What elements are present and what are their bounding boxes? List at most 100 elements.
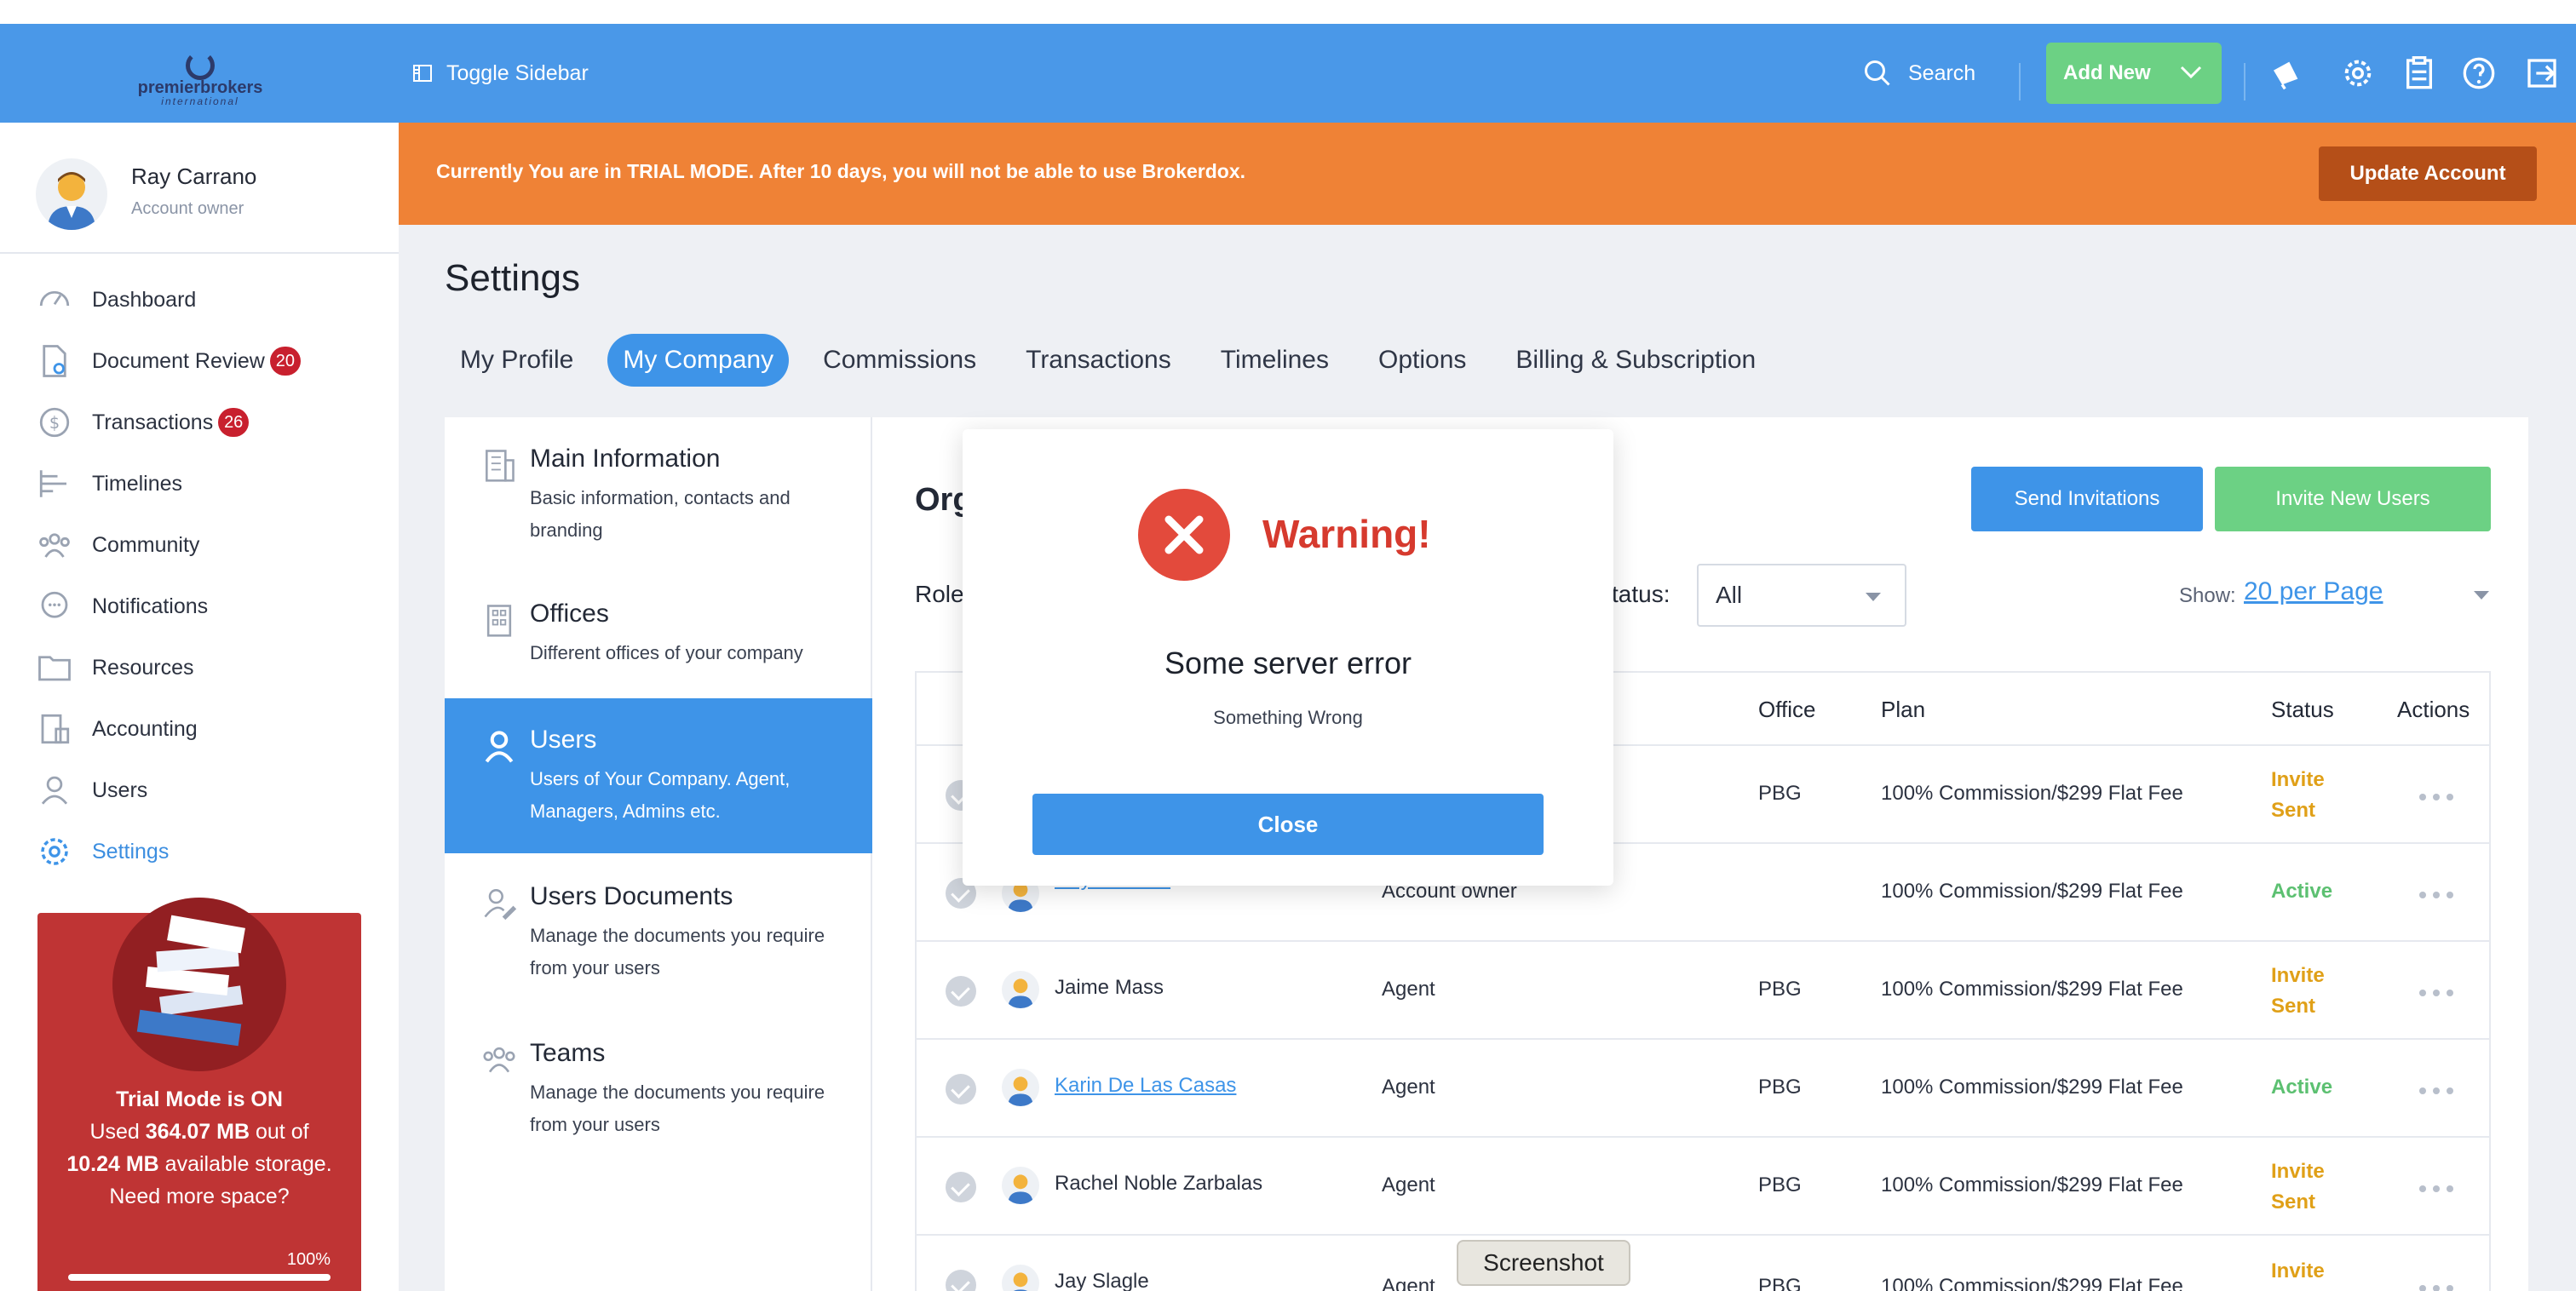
status-filter-label: tatus: (1612, 581, 1670, 607)
sidebar-item-resources[interactable]: Resources (0, 637, 399, 698)
help-icon[interactable] (2460, 55, 2498, 92)
sidebar-item-users[interactable]: Users (0, 760, 399, 821)
table-row[interactable]: Jay Slagle Agent PBG 100% Commission/$29… (917, 1236, 2489, 1291)
tab-options[interactable]: Options (1363, 334, 1481, 387)
toggle-sidebar-button[interactable]: Toggle Sidebar (412, 55, 589, 92)
storage-illustration (112, 898, 286, 1071)
caret-down-icon[interactable] (2474, 591, 2489, 600)
user-icon (36, 772, 73, 809)
sidebar-item-label: Document Review (92, 348, 265, 373)
more-actions-icon[interactable] (2419, 990, 2453, 998)
company-logo[interactable]: premierbrokers international (136, 51, 264, 107)
user-name-link[interactable]: Karin De Las Casas (1055, 1074, 1236, 1098)
row-checkbox[interactable] (946, 976, 976, 1007)
row-office: PBG (1758, 1275, 1802, 1291)
trial-storage-card: Trial Mode is ON Used 364.07 MB out of 1… (37, 898, 361, 1291)
sidebar-item-document-review[interactable]: Document Review 20 (0, 330, 399, 392)
send-invitations-button[interactable]: Send Invitations (1971, 467, 2203, 531)
tab-my-profile[interactable]: My Profile (445, 334, 589, 387)
more-actions-icon[interactable] (2419, 1285, 2453, 1291)
subnav-users[interactable]: Users Users of Your Company. Agent, Mana… (445, 698, 872, 853)
trial-info-text: Trial Mode is ON Used 364.07 MB out of 1… (55, 1083, 344, 1213)
sidebar: Ray Carrano Account owner Dashboard Docu… (0, 123, 399, 1291)
row-plan: 100% Commission/$299 Flat Fee (1881, 978, 2183, 1001)
sidebar-item-transactions[interactable]: $ Transactions 26 (0, 392, 399, 453)
user-profile[interactable]: Ray Carrano Account owner (0, 123, 399, 254)
trial-banner-text: Currently You are in TRIAL MODE. After 1… (436, 160, 1246, 182)
more-actions-icon[interactable] (2419, 794, 2453, 802)
table-row[interactable]: Rachel Noble Zarbalas Agent PBG 100% Com… (917, 1138, 2489, 1236)
tab-billing-subscription[interactable]: Billing & Subscription (1500, 334, 1771, 387)
gear-icon[interactable] (2339, 55, 2377, 92)
window-top-strip (0, 0, 2576, 24)
sidebar-item-notifications[interactable]: Notifications (0, 576, 399, 637)
status-line-2: Sent (2271, 1191, 2316, 1214)
subnav-users-documents[interactable]: Users Documents Manage the documents you… (445, 855, 872, 1010)
add-new-button[interactable]: Add New (2046, 43, 2222, 104)
clipboard-icon[interactable] (2401, 55, 2438, 92)
document-review-icon (36, 342, 73, 380)
avatar (36, 158, 107, 230)
invite-new-users-button[interactable]: Invite New Users (2215, 467, 2491, 531)
row-status: Active (2271, 880, 2333, 903)
row-role: Agent (1382, 1173, 1435, 1196)
svg-text:$: $ (49, 413, 60, 433)
subnav-title: Teams (530, 1039, 606, 1067)
storage-progress-bar (68, 1274, 331, 1281)
logout-icon[interactable] (2523, 55, 2561, 92)
megaphone-icon[interactable] (2268, 55, 2305, 92)
sidebar-item-label: Dashboard (92, 287, 197, 312)
more-actions-icon[interactable] (2419, 1087, 2453, 1096)
row-plan: 100% Commission/$299 Flat Fee (1881, 1275, 2183, 1291)
page-size-select[interactable]: 20 per Page (2244, 577, 2383, 606)
update-account-button[interactable]: Update Account (2319, 146, 2537, 201)
sidebar-item-dashboard[interactable]: Dashboard (0, 269, 399, 330)
add-new-label: Add New (2063, 61, 2151, 84)
tab-timelines[interactable]: Timelines (1205, 334, 1344, 387)
accounting-icon (36, 710, 73, 748)
tab-transactions[interactable]: Transactions (1010, 334, 1187, 387)
user-name[interactable]: Jaime Mass (1055, 976, 1164, 1000)
sidebar-item-timelines[interactable]: Timelines (0, 453, 399, 514)
column-plan[interactable]: Plan (1881, 697, 1925, 723)
tab-commissions[interactable]: Commissions (808, 334, 992, 387)
subnav-description: Users of Your Company. Agent, Managers, … (530, 768, 791, 822)
sidebar-item-label: Timelines (92, 471, 183, 496)
caret-down-icon (1866, 593, 1881, 601)
sidebar-item-settings[interactable]: Settings (0, 821, 399, 882)
subnav-description: Basic information, contacts and branding (530, 487, 791, 541)
tab-my-company[interactable]: My Company (607, 334, 790, 387)
more-actions-icon[interactable] (2419, 892, 2453, 900)
column-status[interactable]: Status (2271, 697, 2334, 723)
subnav-main-information[interactable]: Main Information Basic information, cont… (445, 417, 872, 572)
logo-subtext: international (161, 95, 239, 107)
dashboard-icon (36, 281, 73, 318)
user-name[interactable]: Rachel Noble Zarbalas (1055, 1172, 1262, 1196)
subnav-description: Different offices of your company (530, 642, 803, 663)
subnav-title: Users (530, 726, 597, 754)
building-icon (486, 450, 515, 482)
status-filter-select[interactable]: All (1697, 564, 1906, 627)
search-button[interactable]: Search (1862, 55, 1975, 92)
sidebar-item-label: Community (92, 532, 200, 557)
subnav-teams[interactable]: Teams Manage the documents you require f… (445, 1012, 872, 1167)
more-actions-icon[interactable] (2419, 1185, 2453, 1194)
status-line-1: Invite (2271, 964, 2325, 987)
close-button[interactable]: Close (1032, 794, 1544, 855)
row-checkbox[interactable] (946, 1172, 976, 1202)
table-row[interactable]: Jaime Mass Agent PBG 100% Commission/$29… (917, 942, 2489, 1040)
dialog-message: Some server error (1164, 646, 1412, 680)
table-row[interactable]: Karin De Las Casas Agent PBG 100% Commis… (917, 1040, 2489, 1138)
row-checkbox[interactable] (946, 1074, 976, 1105)
search-label: Search (1908, 60, 1976, 85)
company-subnav: Main Information Basic information, cont… (445, 417, 872, 1291)
office-icon (486, 605, 512, 637)
row-checkbox[interactable] (946, 1270, 976, 1291)
user-name[interactable]: Jay Slagle (1055, 1270, 1149, 1291)
sidebar-item-accounting[interactable]: Accounting (0, 698, 399, 760)
sidebar-item-community[interactable]: Community (0, 514, 399, 576)
trial-out-of: out of (250, 1120, 309, 1144)
gear-icon (36, 833, 73, 870)
app-header: premierbrokers international Toggle Side… (0, 24, 2576, 123)
column-office[interactable]: Office (1758, 697, 1815, 723)
